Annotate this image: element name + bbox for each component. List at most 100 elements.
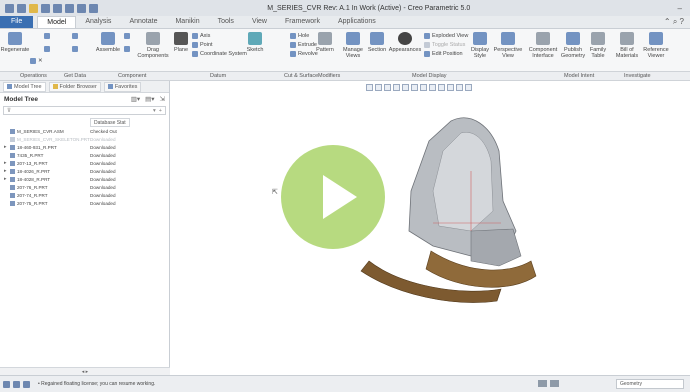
tab-folder-browser[interactable]: Folder Browser (48, 81, 101, 92)
display-style-button[interactable]: Display Style (470, 32, 490, 59)
tree-settings-icon[interactable]: ▥▾ (131, 95, 140, 103)
tree-row[interactable]: M_SERIES_CVR_SKELETON.PRT Downloaded (0, 135, 169, 143)
tab-analysis[interactable]: Analysis (76, 16, 120, 28)
help-icon[interactable]: ? (680, 17, 684, 26)
add-icon[interactable]: + (159, 108, 162, 114)
toggle-status-button[interactable]: Toggle Status (424, 42, 465, 48)
shrinkwrap-icon[interactable] (72, 46, 78, 52)
tree-filter-icon[interactable]: ▤▾ (145, 95, 154, 103)
tab-model-tree[interactable]: Model Tree (3, 81, 46, 92)
group-get-data[interactable]: Get Data (64, 72, 86, 81)
tab-tools[interactable]: Tools (209, 16, 243, 28)
manage-views-button[interactable]: Manage Views (342, 32, 364, 59)
group-datum[interactable]: Datum (210, 72, 226, 81)
extrude-button[interactable]: Extrude (290, 42, 317, 48)
section-button[interactable]: Section (366, 32, 388, 53)
column-header-database-status[interactable]: Database Stat (90, 118, 130, 127)
group-modifiers[interactable]: Modifiers (318, 72, 340, 81)
bill-of-materials-button[interactable]: Bill of Materials (615, 32, 639, 59)
new-file-icon[interactable] (17, 3, 26, 13)
plane-button[interactable]: Plane (172, 32, 190, 53)
assemble-icon (101, 32, 115, 45)
paste-icon[interactable] (44, 46, 50, 52)
selection-filter-dropdown[interactable]: Geometry (616, 379, 684, 389)
tab-annotate[interactable]: Annotate (120, 16, 166, 28)
window-title: M_SERIES_CVR Rev: A.1 In Work (Active) -… (267, 4, 471, 12)
browser-toggle-icon[interactable] (13, 380, 20, 388)
tab-applications[interactable]: Applications (329, 16, 385, 28)
exploded-view-button[interactable]: Exploded View (424, 33, 468, 39)
expand-arrow-icon[interactable]: ▸ (4, 168, 8, 174)
regenerate-icon[interactable] (77, 3, 86, 13)
group-operations[interactable]: Operations (20, 72, 47, 81)
minimize-icon[interactable]: – (678, 4, 682, 13)
dropdown-icon[interactable]: ▾ (153, 108, 156, 114)
reference-viewer-button[interactable]: Reference Viewer (642, 32, 670, 59)
expand-arrow-icon[interactable]: ▸ (4, 160, 8, 166)
create-component-icon[interactable] (124, 33, 130, 39)
undo-icon[interactable] (53, 3, 62, 13)
tree-row[interactable]: 207-74_R.PRT Downloaded (0, 191, 169, 199)
tree-row[interactable]: ▸ 18-4026_R.PRT Downloaded (0, 167, 169, 175)
delete-icon[interactable]: ✕ (30, 58, 43, 64)
tab-model[interactable]: Model (37, 16, 77, 28)
assemble-button[interactable]: Assemble (96, 32, 120, 53)
horizontal-scrollbar[interactable]: ◂ ▸ (0, 367, 170, 375)
appearances-button[interactable]: Appearances (389, 32, 421, 53)
user-defined-feature-icon[interactable] (72, 33, 78, 39)
repeat-icon[interactable] (124, 46, 130, 52)
pattern-button[interactable]: Pattern (314, 32, 336, 53)
video-play-button[interactable] (281, 145, 385, 249)
graphics-window[interactable]: ⇱ (171, 81, 690, 375)
sketch-button[interactable]: Sketch (245, 32, 265, 53)
coordinate-system-button[interactable]: Coordinate System (192, 51, 247, 57)
redo-icon[interactable] (65, 3, 74, 13)
tree-row[interactable]: 7435_R.PRT Downloaded (0, 151, 169, 159)
group-cut-surface[interactable]: Cut & Surface (284, 72, 318, 81)
group-model-intent[interactable]: Model Intent (564, 72, 594, 81)
tree-row[interactable]: 207-75_R.PRT Downloaded (0, 199, 169, 207)
find-icon[interactable] (538, 380, 547, 387)
perspective-view-button[interactable]: Perspective View (494, 32, 522, 59)
bom-icon (620, 32, 634, 45)
full-screen-icon[interactable] (23, 380, 30, 388)
tree-row-status: Downloaded (90, 192, 116, 198)
tab-manikin[interactable]: Manikin (166, 16, 208, 28)
selection-buffer-icon[interactable] (550, 380, 559, 387)
expand-arrow-icon[interactable]: ▸ (4, 144, 8, 150)
tree-row[interactable]: 207-76_R.PRT Downloaded (0, 183, 169, 191)
part-icon (10, 168, 15, 174)
publish-geometry-button[interactable]: Publish Geometry (560, 32, 586, 59)
group-investigate[interactable]: Investigate (624, 72, 651, 81)
tab-framework[interactable]: Framework (276, 16, 329, 28)
axis-button[interactable]: Axis (192, 33, 210, 39)
tree-columns-icon[interactable]: ⇲ (160, 95, 165, 103)
search-icon[interactable]: ⌕ (673, 17, 677, 26)
tree-row[interactable]: ▸ 18-460-931_R.PRT Downloaded (0, 143, 169, 151)
copy-icon[interactable] (44, 33, 50, 39)
model-tree-toggle-icon[interactable] (3, 380, 10, 388)
tab-file[interactable]: File (0, 16, 34, 28)
group-component[interactable]: Component (118, 72, 146, 81)
expand-arrow-icon[interactable]: ▸ (4, 176, 8, 182)
part-icon (10, 136, 15, 142)
hole-button[interactable]: Hole (290, 33, 309, 39)
windows-icon[interactable] (89, 3, 98, 13)
tree-row[interactable]: ▸ 18-4028_R.PRT Downloaded (0, 175, 169, 183)
point-button[interactable]: Point (192, 42, 213, 48)
regenerate-button[interactable]: Regenerate (1, 32, 29, 53)
tree-row[interactable]: M_SERIES_CVR.ASM Checked Out (0, 127, 169, 135)
tree-search-field[interactable]: ⊽ ▾ + (3, 106, 166, 115)
tab-view[interactable]: View (243, 16, 276, 28)
drag-components-button[interactable]: Drag Components (137, 32, 169, 59)
title-bar: M_SERIES_CVR Rev: A.1 In Work (Active) -… (0, 0, 690, 16)
tab-favorites[interactable]: Favorites (103, 81, 142, 92)
save-icon[interactable] (41, 3, 50, 13)
edit-position-button[interactable]: Edit Position (424, 51, 463, 57)
tree-row[interactable]: ▸ 207-13_R.PRT Downloaded (0, 159, 169, 167)
chevron-up-icon[interactable]: ⌃ (664, 17, 671, 26)
family-table-button[interactable]: Family Table (587, 32, 609, 59)
component-interface-button[interactable]: Component Interface (528, 32, 558, 59)
open-folder-icon[interactable] (29, 3, 38, 13)
group-model-display[interactable]: Model Display (412, 72, 447, 81)
